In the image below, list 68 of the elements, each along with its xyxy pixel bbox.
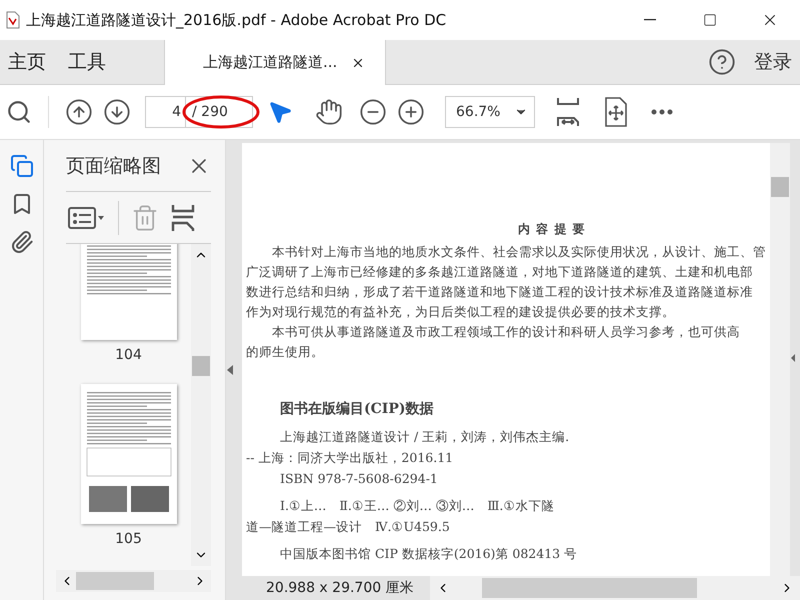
scrollbar-thumb[interactable] (771, 177, 789, 197)
next-page-button[interactable] (103, 98, 131, 126)
page-text-line: 中国版本图书馆 CIP 数据核字(2016)第 082413 号 (279, 545, 578, 563)
expand-arrow-icon (790, 353, 796, 363)
pdf-file-icon (6, 11, 20, 29)
fit-page-button[interactable] (555, 96, 581, 128)
sign-in-link[interactable]: 登录 (736, 40, 800, 84)
previous-page-button[interactable] (65, 98, 93, 126)
page-heading: 内 容 提 要 (517, 221, 587, 238)
arrow-up-icon (65, 98, 93, 126)
page-text-line: 本书可供从事道路隧道及市政工程领域工作的设计和科研人员学习参考，也可供高 (271, 323, 741, 341)
thumbnail-page-drawing[interactable] (80, 384, 176, 524)
page-text-line: 道—隧道工程—设计 Ⅳ.①U459.5 (246, 518, 451, 536)
trash-icon (131, 204, 159, 232)
page-split-icon (171, 202, 195, 232)
maximize-icon (703, 13, 717, 27)
zoom-out-button[interactable] (359, 98, 387, 126)
page-text-line: 的师生使用。 (246, 343, 325, 361)
page-text-line: 上海越江道路隧道设计 / 王莉，刘涛，刘伟杰主编. (279, 428, 570, 446)
page-text-line: 数进行总结和归纳，形成了若干道路隧道和地下隧道工程的设计技术标准及道路隧道标准 (246, 283, 754, 301)
zoom-in-button[interactable] (397, 98, 425, 126)
search-icon (6, 99, 32, 125)
document-tab[interactable]: 上海越江道路隧道... (164, 40, 386, 85)
page-number-field[interactable]: 4 (145, 96, 185, 128)
more-button[interactable] (651, 109, 673, 115)
hand-icon (315, 98, 343, 126)
pages-icon (10, 154, 34, 178)
arrow-down-icon (103, 98, 131, 126)
horizontal-scrollbar[interactable] (56, 570, 211, 592)
vertical-scrollbar[interactable] (191, 244, 211, 566)
page-size-label: 20.988 x 29.700 厘米 (265, 579, 415, 597)
page-text-line: 广泛调研了上海市已经修建的多条越江道路隧道，对地下道路隧道的建筑、土建和机电部 (246, 263, 754, 281)
minimize-icon (644, 19, 656, 21)
page-number-label: 105 (115, 530, 142, 548)
page-number-label: 104 (115, 346, 142, 364)
page-expand-icon (603, 96, 629, 128)
page-text-line: Ⅰ.①上… Ⅱ.①王… ②刘… ③刘… Ⅲ.①水下隧 (279, 497, 556, 515)
scrollbar-thumb[interactable] (482, 578, 697, 598)
horizontal-scrollbar[interactable] (430, 576, 800, 600)
panel-title: 页面缩略图 (66, 154, 161, 178)
cip-heading: 图书在版编目(CIP)数据 (279, 400, 434, 418)
extract-button[interactable] (171, 202, 195, 232)
more-icon (651, 109, 673, 115)
scrollbar-thumb[interactable] (76, 572, 154, 590)
options-button[interactable] (68, 204, 106, 230)
vertical-scrollbar[interactable] (770, 143, 790, 576)
page-count: / 290 (185, 96, 253, 128)
list-options-icon (68, 204, 106, 230)
page-text-line: ISBN 978-7-5608-6294-1 (279, 470, 439, 488)
help-icon (708, 48, 736, 76)
zoom-dropdown[interactable]: 66.7% (445, 96, 535, 128)
minus-icon (359, 98, 387, 126)
page-text-line: 本书针对上海市当地的地质水文条件、社会需求以及实际使用状况，从设计、施工、管 (271, 243, 767, 261)
hand-tool-button[interactable] (315, 98, 343, 126)
scrollbar-thumb[interactable] (192, 356, 210, 376)
fit-width-icon (555, 96, 581, 128)
page-text-line: -- 上海：同济大学出版社，2016.11 (246, 449, 454, 467)
nav-tab[interactable]: 工具 (60, 40, 120, 84)
pages-panel-button[interactable] (10, 154, 34, 178)
window-title: 上海越江道路隧道设计_2016版.pdf - Adobe Acrobat Pro DC (26, 10, 448, 30)
collapse-arrow-icon (226, 364, 234, 376)
full-screen-button[interactable] (603, 96, 629, 128)
paperclip-icon (10, 230, 34, 254)
search-button[interactable] (6, 99, 32, 125)
page-text-line: 作为对现行规范的有益补充，为日后类似工程的建设提供必要的技术支撑。 (246, 303, 676, 321)
plus-icon (397, 98, 425, 126)
nav-tab[interactable]: 主页 (0, 40, 60, 84)
attachments-panel-button[interactable] (10, 230, 34, 254)
